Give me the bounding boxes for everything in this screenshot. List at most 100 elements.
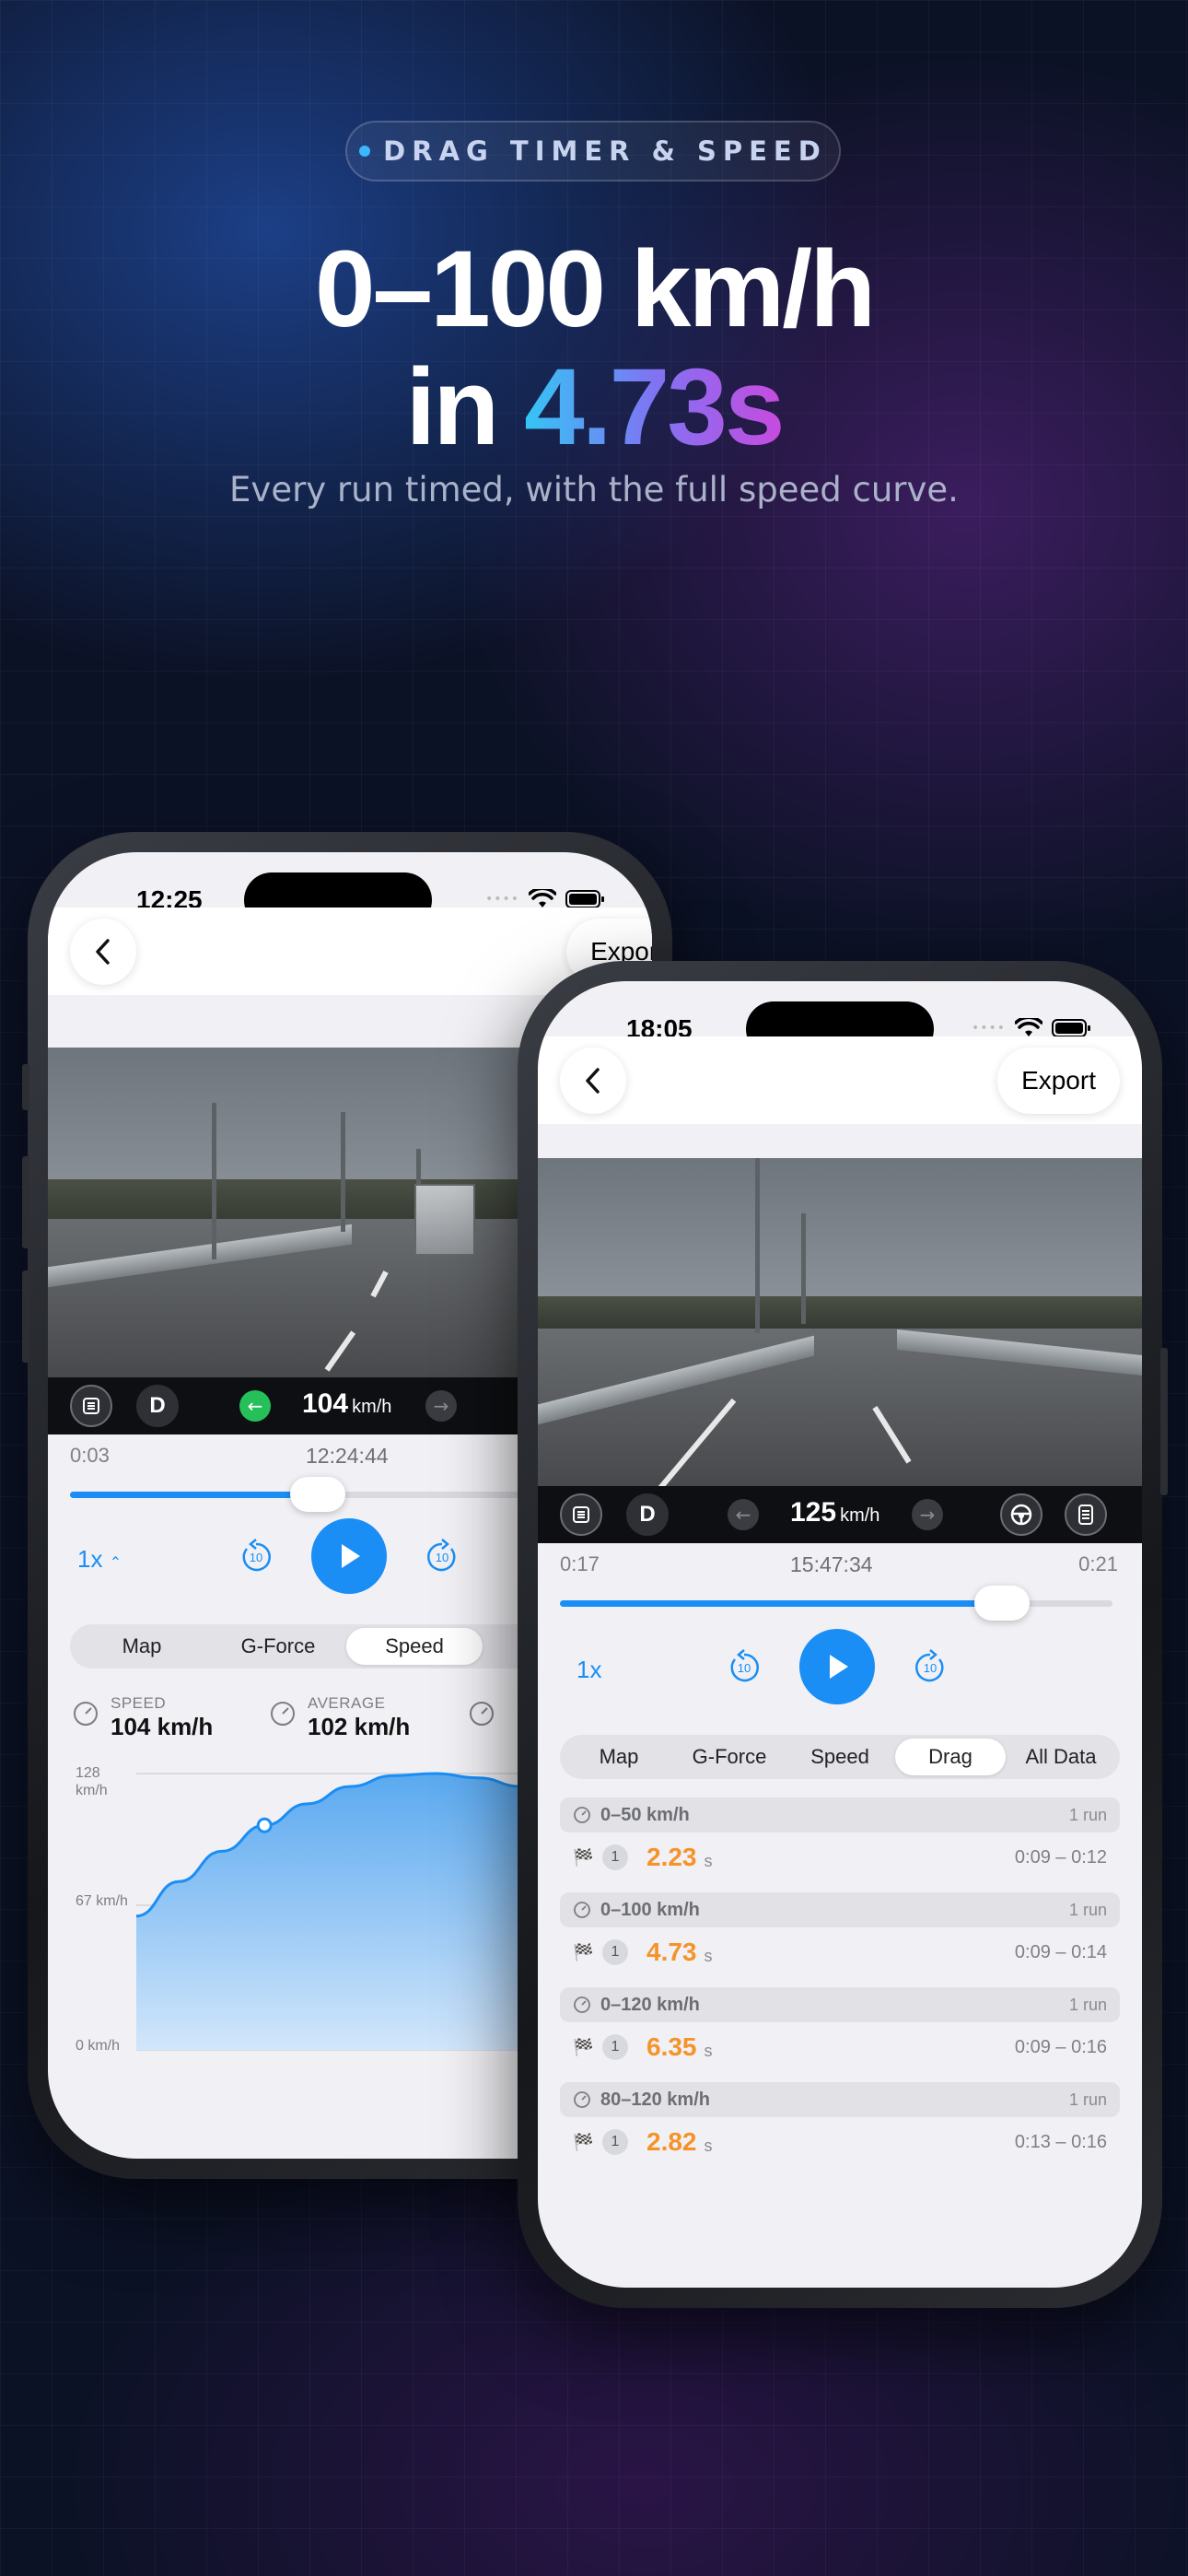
scrubber-track[interactable] <box>560 1586 1112 1621</box>
run-title: 0–120 km/h <box>600 1994 700 2015</box>
nav-bar: Export <box>538 1036 1142 1124</box>
status-icons: •••• <box>485 889 606 909</box>
video-sky <box>538 1158 1142 1309</box>
timeline-end: 0:21 <box>1078 1552 1118 1575</box>
subtitle: Every run timed, with the full speed cur… <box>229 470 959 509</box>
list-icon[interactable] <box>70 1385 112 1427</box>
run-unit: s <box>704 2041 713 2060</box>
run-range: 0:09 – 0:16 <box>1014 2036 1107 2057</box>
arrow-left-icon[interactable]: ← <box>728 1499 759 1530</box>
status-icons: •••• <box>972 1018 1092 1038</box>
signal-icon: •••• <box>971 1021 1006 1036</box>
tab-map[interactable]: Map <box>74 1628 210 1665</box>
run-header: 0–100 km/h 1 run <box>560 1892 1120 1927</box>
run-count: 1 run <box>1068 2090 1107 2109</box>
phone-front: 18:05 •••• Export D ← 125 km/h → 0:17 15… <box>518 961 1168 2308</box>
document-icon[interactable] <box>1065 1493 1107 1536</box>
wifi-icon <box>529 889 556 907</box>
run-count: 1 run <box>1068 1995 1107 2014</box>
tab-speed[interactable]: Speed <box>785 1739 895 1775</box>
run-result[interactable]: 🏁 1 2.82 s 0:13 – 0:16 <box>560 2119 1120 2165</box>
speed-unit: km/h <box>352 1397 392 1417</box>
speed-readout: 125 km/h <box>790 1497 879 1528</box>
run-range: 0:09 – 0:12 <box>1014 1846 1107 1868</box>
run-rank: 1 <box>602 2129 628 2155</box>
run-time: 4.73 <box>646 1938 697 1966</box>
chart-y-tick: 0 km/h <box>76 2038 120 2054</box>
gauge-icon <box>271 1702 295 1726</box>
gear-indicator: D <box>626 1493 669 1536</box>
stat-label: SPEED <box>111 1694 167 1712</box>
stat-speed: SPEED 104 km/h <box>72 1694 213 1741</box>
light-pole <box>212 1103 216 1259</box>
stat-value: 102 km/h <box>308 1713 411 1740</box>
run-range: 0:09 – 0:14 <box>1014 1941 1107 1962</box>
run-count: 1 run <box>1068 1805 1107 1824</box>
skip-forward-10-icon[interactable]: 10 <box>424 1538 460 1575</box>
timeline: 0:17 15:47:34 0:21 <box>538 1552 1142 1626</box>
skip-back-seconds: 10 <box>738 1661 751 1675</box>
light-pole <box>801 1213 806 1324</box>
truck <box>414 1184 475 1256</box>
headline: 0–100 km/h in 4.73s <box>0 230 1188 466</box>
tab-g-force[interactable]: G-Force <box>210 1628 346 1665</box>
export-button[interactable]: Export <box>997 1048 1120 1114</box>
tab-drag[interactable]: Drag <box>895 1739 1006 1775</box>
gauge-icon <box>74 1702 98 1726</box>
playback-rate[interactable]: 1x <box>577 1656 601 1684</box>
run-rank: 1 <box>602 2034 628 2060</box>
run-result[interactable]: 🏁 1 4.73 s 0:09 – 0:14 <box>560 1929 1120 1975</box>
tab-all-data[interactable]: All Data <box>1006 1739 1116 1775</box>
arrow-right-icon[interactable]: → <box>912 1499 943 1530</box>
gear-indicator: D <box>136 1385 179 1427</box>
chart-y-tick: 128 km/h <box>76 1765 108 1798</box>
side-button <box>1160 1348 1168 1495</box>
back-button[interactable] <box>70 919 136 985</box>
play-button[interactable] <box>799 1629 875 1704</box>
badge-label: DRAG TIMER & SPEED <box>383 135 827 167</box>
run-result[interactable]: 🏁 1 6.35 s 0:09 – 0:16 <box>560 2024 1120 2070</box>
tab-map[interactable]: Map <box>564 1739 674 1775</box>
chevron-left-icon <box>96 939 110 965</box>
arrow-left-icon[interactable]: ← <box>239 1390 271 1422</box>
chevron-updown-icon: ⌃ <box>109 1555 122 1571</box>
scrubber-thumb[interactable] <box>974 1586 1030 1621</box>
back-button[interactable] <box>560 1048 626 1114</box>
list-icon[interactable] <box>560 1493 602 1536</box>
scrubber-thumb[interactable] <box>289 1477 345 1512</box>
headline-line-1: 0–100 km/h <box>314 228 876 350</box>
speed-unit: km/h <box>840 1505 880 1526</box>
tab-speed[interactable]: Speed <box>346 1628 483 1665</box>
stat-average: AVERAGE 102 km/h <box>269 1694 410 1741</box>
signal-icon: •••• <box>484 892 519 907</box>
run-time: 6.35 <box>646 2032 697 2061</box>
skip-forward-10-icon[interactable]: 10 <box>912 1648 949 1685</box>
tab-g-force[interactable]: G-Force <box>674 1739 785 1775</box>
chart-position-marker[interactable] <box>256 1817 273 1833</box>
arrow-right-icon[interactable]: → <box>425 1390 457 1422</box>
stat-value: 104 km/h <box>111 1713 214 1740</box>
speed-readout: 104 km/h <box>302 1388 391 1420</box>
steering-wheel-icon[interactable] <box>1000 1493 1042 1536</box>
run-unit: s <box>704 1851 713 1870</box>
headline-accent: 4.73s <box>524 346 785 468</box>
timeline-clock: 12:24:44 <box>306 1444 389 1468</box>
skip-back-10-icon[interactable]: 10 <box>238 1538 274 1575</box>
play-icon <box>342 1544 360 1568</box>
play-button[interactable] <box>311 1518 387 1594</box>
gauge-icon <box>470 1702 494 1726</box>
stat-label: AVERAGE <box>308 1694 386 1712</box>
scrubber-fill <box>560 1600 1002 1607</box>
dashcam-video[interactable] <box>538 1158 1142 1486</box>
video-control-bar: D ← 125 km/h → <box>538 1486 1142 1543</box>
skip-back-10-icon[interactable]: 10 <box>726 1648 763 1685</box>
checkered-flag-icon: 🏁 <box>573 2037 594 2057</box>
run-result[interactable]: 🏁 1 2.23 s 0:09 – 0:12 <box>560 1834 1120 1880</box>
badge-dot <box>359 146 371 157</box>
chart-y-tick: 67 km/h <box>76 1893 128 1909</box>
light-pole <box>755 1158 760 1333</box>
feature-badge: DRAG TIMER & SPEED <box>345 121 841 181</box>
run-title: 80–120 km/h <box>600 2089 710 2110</box>
playback-rate[interactable]: 1x ⌃ <box>77 1545 122 1574</box>
side-button <box>22 1156 29 1248</box>
